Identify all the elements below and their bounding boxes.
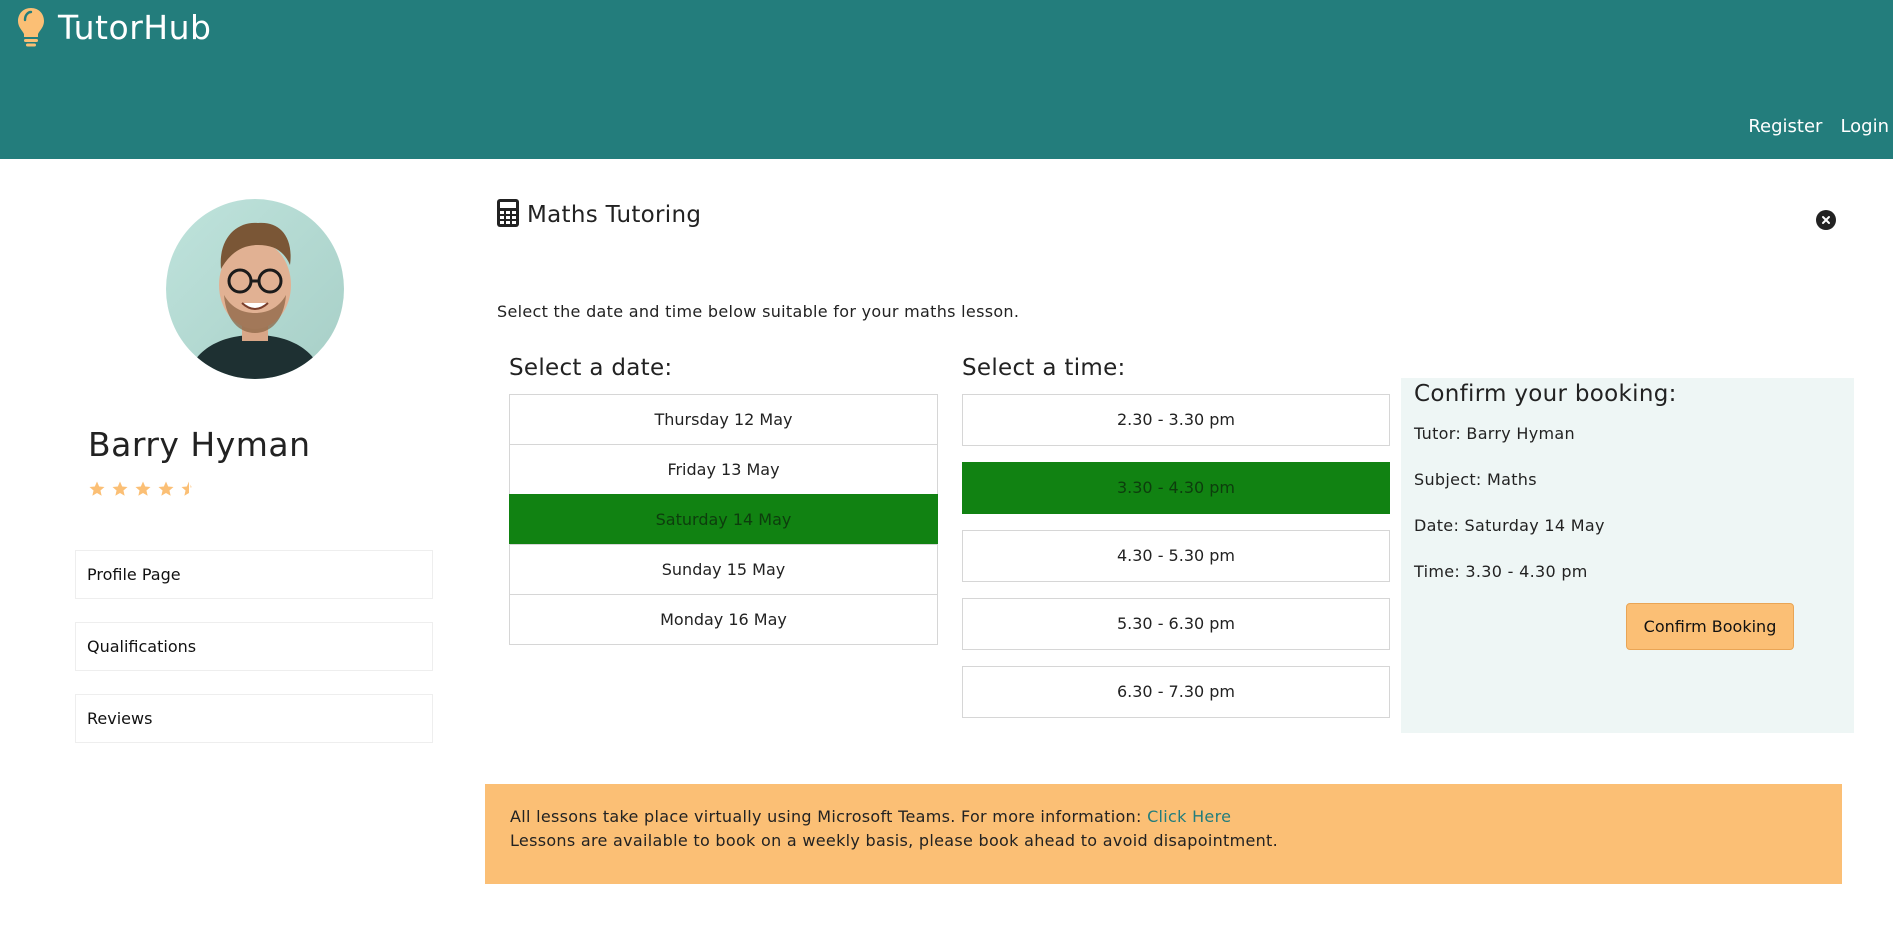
booking-summary-panel: Confirm your booking: Tutor: Barry Hyman…: [1401, 378, 1854, 733]
star-icon: [89, 481, 105, 496]
star-icon: [112, 481, 128, 496]
sidebar-item-qualifications[interactable]: Qualifications: [75, 622, 433, 671]
date-option[interactable]: Friday 13 May: [509, 444, 938, 495]
login-link[interactable]: Login: [1840, 116, 1889, 137]
lightbulb-icon: [16, 6, 46, 48]
more-info-link[interactable]: Click Here: [1147, 807, 1231, 826]
brand-name: TutorHub: [58, 7, 212, 47]
summary-time: Time: 3.30 - 4.30 pm: [1414, 562, 1588, 581]
date-option[interactable]: Monday 16 May: [509, 594, 938, 645]
date-option[interactable]: Sunday 15 May: [509, 544, 938, 595]
time-option[interactable]: 3.30 - 4.30 pm: [962, 462, 1390, 514]
date-option[interactable]: Saturday 14 May: [509, 494, 938, 545]
time-heading: Select a time:: [962, 355, 1126, 381]
star-icon: [135, 481, 151, 496]
date-list: Thursday 12 May Friday 13 May Saturday 1…: [509, 394, 938, 645]
notice-text: All lessons take place virtually using M…: [510, 807, 1142, 826]
star-icon: [158, 481, 174, 496]
header-nav: Register Login: [1748, 116, 1889, 137]
top-header: TutorHub Register Login: [0, 0, 1893, 159]
notice-line-2: Lessons are available to book on a weekl…: [510, 831, 1279, 850]
register-link[interactable]: Register: [1748, 116, 1822, 137]
logo[interactable]: TutorHub: [16, 6, 211, 48]
confirm-booking-button[interactable]: Confirm Booking: [1626, 603, 1794, 650]
time-option[interactable]: 6.30 - 7.30 pm: [962, 666, 1390, 718]
date-heading: Select a date:: [509, 355, 673, 381]
close-icon[interactable]: [1816, 210, 1836, 230]
tutor-avatar: [166, 199, 344, 379]
rating-stars: [88, 480, 198, 498]
intro-text: Select the date and time below suitable …: [497, 302, 1020, 321]
time-option[interactable]: 5.30 - 6.30 pm: [962, 598, 1390, 650]
calculator-icon: [497, 199, 519, 231]
info-notice: All lessons take place virtually using M…: [485, 784, 1842, 884]
page-title: Maths Tutoring: [527, 202, 702, 228]
date-option[interactable]: Thursday 12 May: [509, 394, 938, 445]
summary-subject: Subject: Maths: [1414, 470, 1537, 489]
time-option[interactable]: 4.30 - 5.30 pm: [962, 530, 1390, 582]
half-star-icon: [181, 481, 192, 496]
booking-summary-heading: Confirm your booking:: [1414, 381, 1677, 407]
sidebar-item-reviews[interactable]: Reviews: [75, 694, 433, 743]
notice-line-1: All lessons take place virtually using M…: [510, 805, 1817, 829]
time-option[interactable]: 2.30 - 3.30 pm: [962, 394, 1390, 446]
summary-tutor: Tutor: Barry Hyman: [1414, 424, 1575, 443]
tutor-name: Barry Hyman: [88, 425, 311, 464]
summary-date: Date: Saturday 14 May: [1414, 516, 1605, 535]
sidebar-item-profile-page[interactable]: Profile Page: [75, 550, 433, 599]
